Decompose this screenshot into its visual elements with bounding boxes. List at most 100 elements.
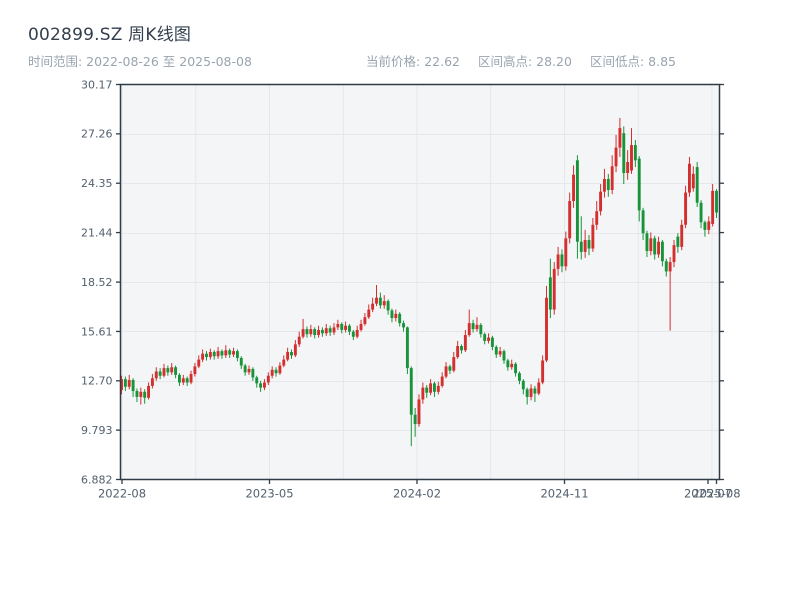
candle-body-down <box>174 367 177 375</box>
candle-body-up <box>224 350 227 355</box>
candle-body-up <box>530 388 533 396</box>
candle-body-up <box>499 351 502 354</box>
candle-body-down <box>251 369 254 377</box>
candle-body-down <box>703 222 706 230</box>
candle-body-up <box>669 262 672 271</box>
candle-body-down <box>479 325 482 334</box>
x-axis-label: 2024-02 <box>393 487 441 501</box>
candle-body-up <box>572 175 575 201</box>
candle-body-up <box>441 377 444 386</box>
candle-body-down <box>321 330 324 333</box>
candle-body-down <box>715 191 718 213</box>
candle-body-up <box>294 344 297 355</box>
candle-body-up <box>684 193 687 225</box>
candle-body-up <box>452 357 455 371</box>
y-axis-label: 24.35 <box>81 177 113 190</box>
candle-body-down <box>495 347 498 355</box>
candle-body-down <box>259 383 262 387</box>
candle-body-up <box>217 351 220 356</box>
candle-body-up <box>487 338 490 341</box>
x-axis-label: 2022-08 <box>98 487 146 501</box>
y-axis-label: 6.882 <box>81 473 113 486</box>
candle-body-up <box>182 378 185 382</box>
candle-body-down <box>205 354 208 357</box>
candle-body-down <box>391 310 394 318</box>
candle-body-up <box>371 304 374 310</box>
candle-body-down <box>178 375 181 383</box>
candle-body-down <box>665 261 668 271</box>
candle-body-down <box>124 379 127 387</box>
candle-body-up <box>309 329 312 334</box>
candle-body-down <box>580 242 583 252</box>
candle-body-down <box>696 167 699 203</box>
candle-body-up <box>128 380 131 387</box>
candle-body-down <box>186 378 189 382</box>
candle-body-up <box>282 360 285 366</box>
candle-body-up <box>564 238 567 266</box>
candle-body-down <box>622 133 625 173</box>
candle-body-down <box>642 210 645 233</box>
candle-body-up <box>360 324 363 330</box>
candle-body-down <box>340 324 343 330</box>
k-line-chart: 30.1727.2624.3521.4418.5215.6112.709.793… <box>0 0 800 600</box>
y-axis-label: 18.52 <box>81 276 113 289</box>
candle-body-up <box>603 179 606 192</box>
candle-body-up <box>437 386 440 392</box>
candle-body-down <box>576 160 579 241</box>
candle-body-up <box>429 383 432 392</box>
candle-body-up <box>201 354 204 360</box>
candle-body-up <box>553 269 556 310</box>
candle-body-down <box>398 314 401 323</box>
candle-body-down <box>244 366 247 373</box>
candle-body-up <box>363 317 366 324</box>
candle-body-up <box>232 351 235 354</box>
candle-body-down <box>514 364 517 373</box>
candle-body-up <box>375 298 378 304</box>
candle-body-down <box>313 329 316 335</box>
candle-body-up <box>673 245 676 262</box>
candle-body-down <box>549 277 552 309</box>
candle-body-up <box>649 238 652 251</box>
candle-body-up <box>278 366 281 374</box>
candle-body-up <box>302 329 305 337</box>
candle-body-down <box>275 370 278 373</box>
candle-body-down <box>228 350 231 354</box>
candle-body-up <box>568 201 571 238</box>
candle-body-up <box>333 327 336 332</box>
candle-body-down <box>506 360 509 367</box>
candle-body-down <box>472 323 475 329</box>
candle-body-up <box>298 337 301 345</box>
x-axis-label: 2025-08 <box>692 487 740 501</box>
candle-body-up <box>193 366 196 374</box>
candle-body-down <box>518 373 521 381</box>
candle-body-down <box>588 240 591 248</box>
candle-body-down <box>352 332 355 337</box>
y-axis-label: 30.17 <box>81 78 113 91</box>
candle-body-up <box>271 370 274 376</box>
candle-body-down <box>638 159 641 211</box>
candle-body-up <box>611 166 614 190</box>
candle-body-down <box>522 381 525 389</box>
candle-body-up <box>657 242 660 255</box>
candle-body-down <box>448 366 451 370</box>
candle-body-up <box>356 330 359 337</box>
candle-body-up <box>263 383 266 388</box>
candle-body-up <box>383 301 386 305</box>
candle-body-up <box>267 376 270 383</box>
candle-body-down <box>676 237 679 247</box>
candle-body-up <box>711 191 714 224</box>
candle-body-down <box>402 323 405 327</box>
candle-body-up <box>618 128 621 148</box>
y-axis-label: 12.70 <box>81 375 113 388</box>
candle-body-down <box>425 388 428 393</box>
candle-body-up <box>545 298 548 361</box>
candle-body-down <box>433 383 436 391</box>
candle-body-down <box>653 238 656 254</box>
candle-body-up <box>692 174 695 188</box>
candle-body-down <box>526 389 529 397</box>
candle-body-up <box>468 323 471 335</box>
candle-body-up <box>344 326 347 330</box>
candle-body-up <box>248 369 251 372</box>
candle-body-down <box>561 254 564 266</box>
candle-body-down <box>166 368 169 372</box>
